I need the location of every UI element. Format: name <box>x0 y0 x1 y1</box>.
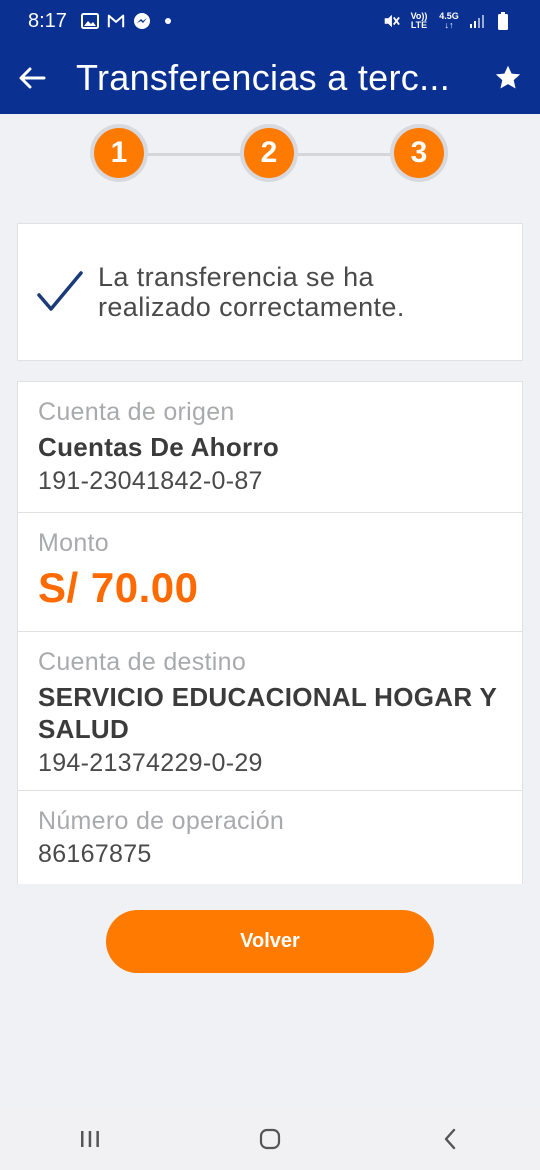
destination-account-number: 194-21374229-0-29 <box>38 749 263 777</box>
star-icon <box>495 65 521 89</box>
progress-stepper: 1 2 3 <box>0 124 540 184</box>
favorite-button[interactable] <box>476 42 540 114</box>
success-message: La transferencia se ha realizado correct… <box>98 262 405 322</box>
volte-icon: Vo)) LTE <box>408 12 430 30</box>
volver-button[interactable]: Volver <box>106 910 434 973</box>
operation-label: Número de operación <box>38 807 285 835</box>
battery-icon <box>494 12 512 30</box>
gmail-icon <box>107 12 125 30</box>
home-icon <box>259 1128 281 1150</box>
step-3: 3 <box>390 124 448 182</box>
chevron-left-icon <box>444 1128 456 1150</box>
checkmark-icon <box>37 271 83 311</box>
operation-row: Número de operación 86167875 <box>18 791 522 885</box>
recent-apps-button[interactable] <box>50 1108 130 1170</box>
messenger-icon <box>133 12 151 30</box>
step-connector <box>146 153 242 156</box>
mute-icon <box>382 12 400 30</box>
system-nav-bar <box>0 1108 540 1170</box>
step-1: 1 <box>90 124 148 182</box>
destination-label: Cuenta de destino <box>38 648 247 676</box>
step-number: 2 <box>244 128 294 178</box>
amount-row: Monto S/ 70.00 <box>18 513 522 632</box>
origin-account-number: 191-23041842-0-87 <box>38 467 263 495</box>
cell-signal-icon <box>468 12 486 30</box>
amount-label: Monto <box>38 529 109 557</box>
lte-label: LTE <box>410 20 428 30</box>
system-icons: Vo)) LTE 4.5G ↓↑ <box>382 12 512 30</box>
amount-value: S/ 70.00 <box>38 564 199 611</box>
destination-account-row: Cuenta de destino SERVICIO EDUCACIONAL H… <box>18 632 522 791</box>
back-nav-button[interactable] <box>410 1108 490 1170</box>
success-card: La transferencia se ha realizado correct… <box>17 223 523 361</box>
origin-label: Cuenta de origen <box>38 398 235 426</box>
transfer-details: Cuenta de origen Cuentas De Ahorro 191-2… <box>17 381 523 884</box>
origin-account-row: Cuenta de origen Cuentas De Ahorro 191-2… <box>18 382 522 513</box>
destination-name: SERVICIO EDUCACIONAL HOGAR Y SALUD <box>38 682 497 744</box>
step-number: 3 <box>394 128 444 178</box>
recent-apps-icon <box>81 1131 99 1147</box>
status-time: 8:17 <box>28 9 67 32</box>
dot-icon <box>159 12 177 30</box>
back-button[interactable] <box>0 42 64 114</box>
status-bar: 8:17 Vo)) LTE 4.5G ↓↑ <box>0 0 540 42</box>
image-icon <box>80 12 99 30</box>
step-2: 2 <box>240 124 298 182</box>
app-bar: Transferencias a terc... <box>0 42 540 114</box>
4g-signal-icon: 4.5G ↓↑ <box>438 12 460 30</box>
page-title: Transferencias a terc... <box>76 57 451 98</box>
home-button[interactable] <box>230 1108 310 1170</box>
arrow-left-icon <box>19 67 46 89</box>
origin-account-type: Cuentas De Ahorro <box>38 432 280 462</box>
updown-arrows: ↓↑ <box>444 20 454 30</box>
operation-number: 86167875 <box>38 840 152 868</box>
step-connector <box>298 153 392 156</box>
notification-icons <box>80 12 177 30</box>
step-number: 1 <box>94 128 144 178</box>
